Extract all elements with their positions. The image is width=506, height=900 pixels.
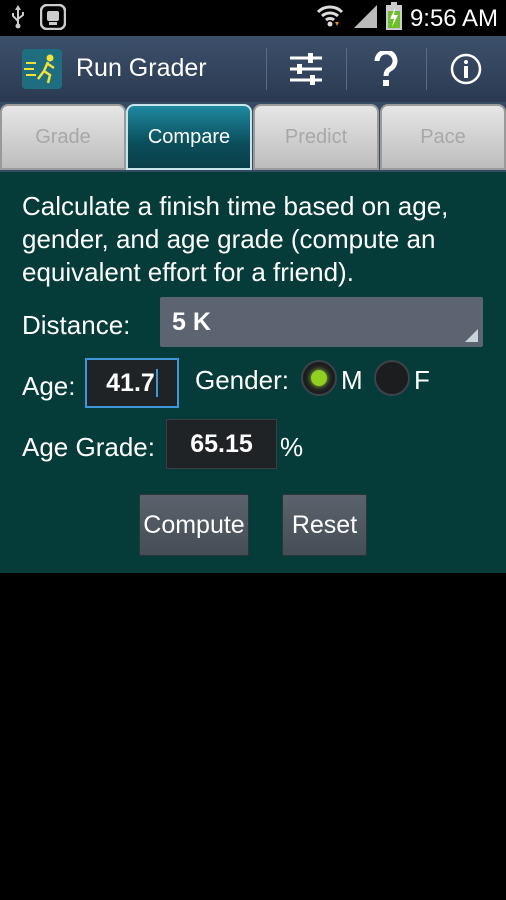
distance-value: 5 K bbox=[172, 308, 211, 336]
description-text: Calculate a finish time based on age, ge… bbox=[22, 191, 449, 287]
age-input[interactable]: 41.7 bbox=[85, 358, 179, 408]
status-time: 9:56 AM bbox=[409, 4, 498, 32]
action-divider bbox=[346, 48, 347, 90]
app-title: Run Grader bbox=[76, 54, 207, 82]
settings-sliders-icon[interactable] bbox=[276, 46, 336, 92]
action-bar: Run Grader bbox=[0, 36, 506, 103]
age-grade-value: 65.15 bbox=[190, 429, 253, 458]
info-icon[interactable] bbox=[436, 46, 496, 92]
tab-grade[interactable]: Grade bbox=[0, 104, 126, 170]
action-divider bbox=[266, 48, 267, 90]
gender-label: Gender: bbox=[195, 365, 289, 395]
battery-charging-icon bbox=[385, 2, 402, 35]
gender-option-m-label[interactable]: M bbox=[341, 365, 363, 396]
signal-icon bbox=[352, 3, 378, 34]
tab-compare[interactable]: Compare bbox=[126, 104, 252, 170]
distance-dropdown[interactable]: 5 K bbox=[160, 297, 483, 347]
usb-icon bbox=[10, 5, 26, 34]
age-label: Age: bbox=[22, 371, 76, 401]
gender-option-f-label[interactable]: F bbox=[414, 365, 430, 396]
age-grade-label: Age Grade: bbox=[22, 432, 155, 462]
distance-label: Distance: bbox=[22, 310, 131, 340]
tab-bar: Grade Compare Predict Pace bbox=[0, 102, 506, 172]
compute-button[interactable]: Compute bbox=[139, 494, 249, 556]
tab-predict[interactable]: Predict bbox=[253, 104, 379, 170]
wifi-icon bbox=[316, 3, 344, 34]
help-icon[interactable] bbox=[356, 46, 416, 92]
radio-selected-dot bbox=[311, 370, 327, 386]
dropdown-arrow-icon bbox=[465, 329, 478, 342]
compare-panel: Calculate a finish time based on age, ge… bbox=[0, 172, 506, 573]
age-grade-input[interactable]: 65.15 bbox=[166, 419, 277, 469]
age-value: 41.7 bbox=[106, 368, 155, 397]
text-cursor bbox=[155, 369, 158, 397]
action-divider bbox=[426, 48, 427, 90]
tab-pace[interactable]: Pace bbox=[380, 104, 506, 170]
app-logo-icon[interactable] bbox=[22, 49, 62, 89]
status-bar: 9:56 AM bbox=[0, 0, 506, 36]
notification-app-icon bbox=[39, 3, 67, 35]
age-grade-unit: % bbox=[280, 432, 304, 462]
gender-radio-m[interactable] bbox=[301, 360, 337, 396]
gender-radio-f[interactable] bbox=[374, 360, 410, 396]
reset-button[interactable]: Reset bbox=[282, 494, 367, 556]
